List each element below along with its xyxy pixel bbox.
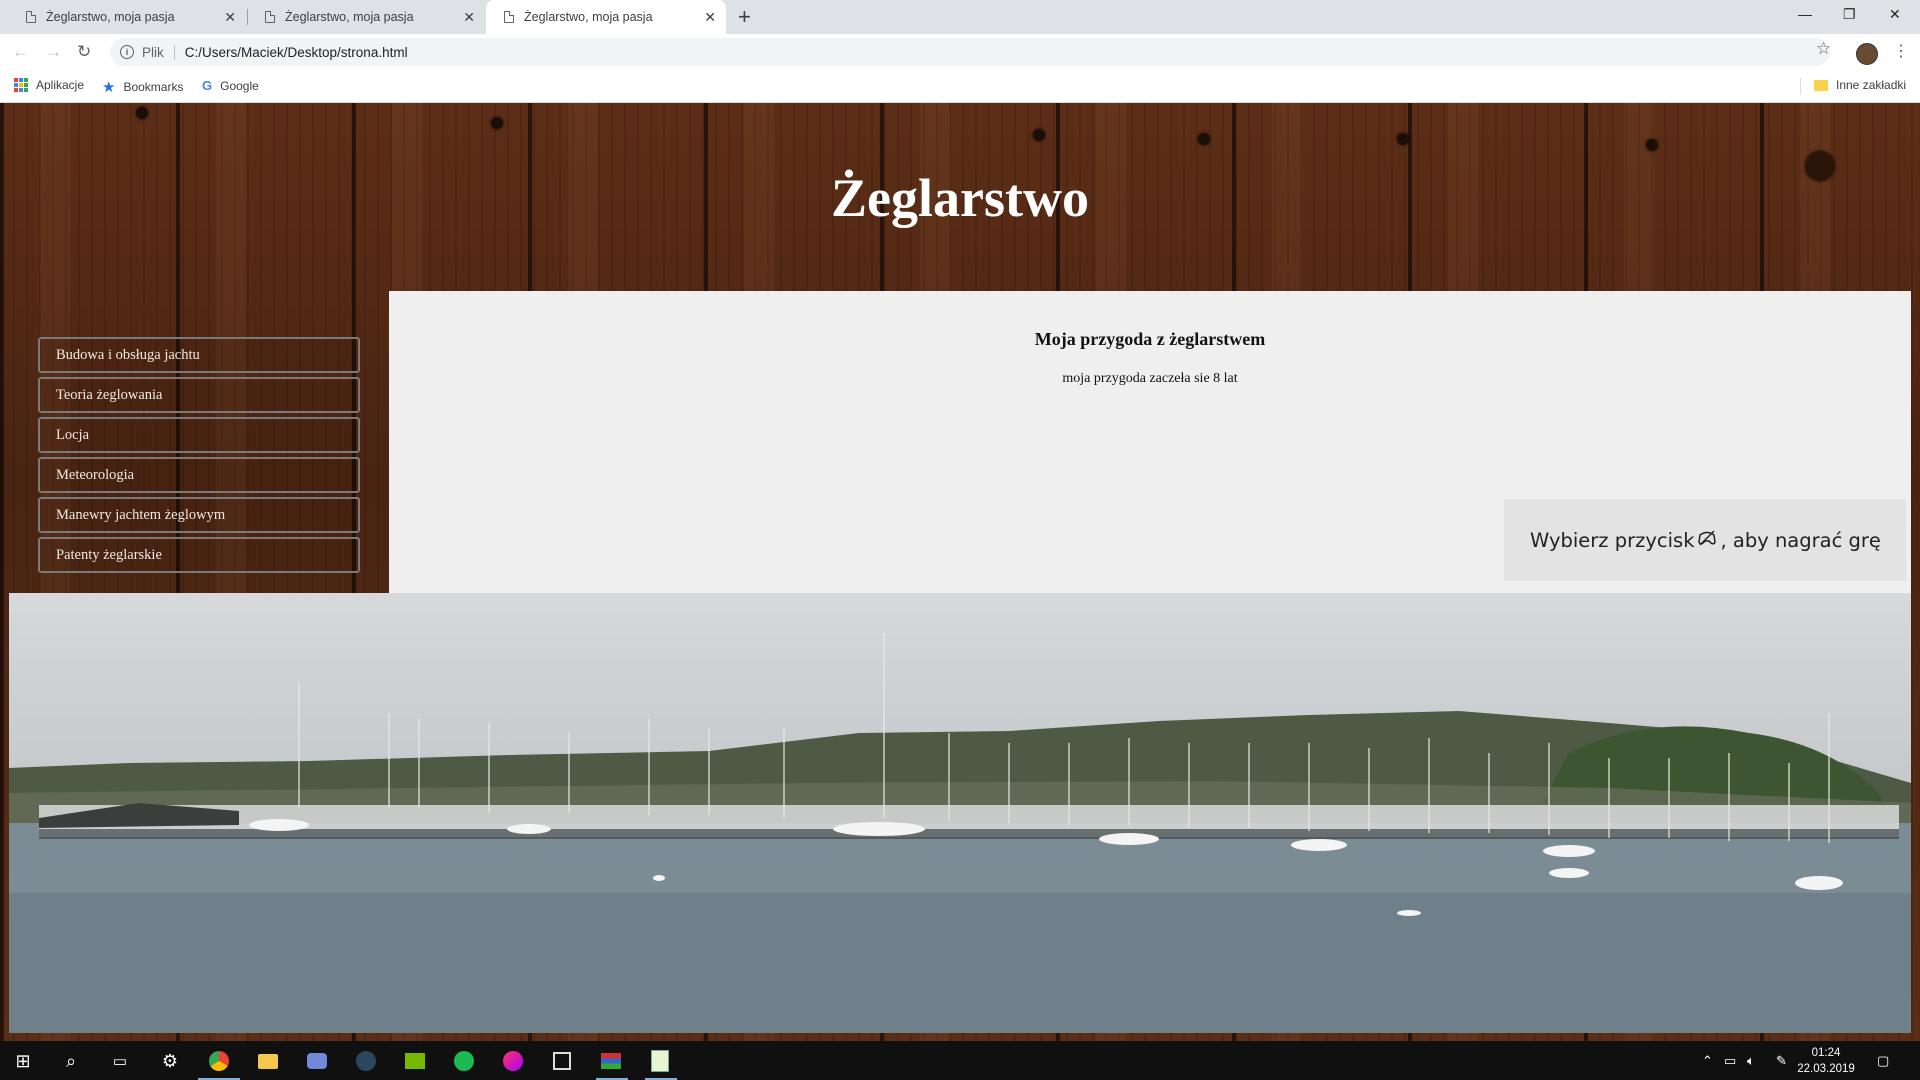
- new-tab-button[interactable]: +: [738, 4, 751, 30]
- browser-tab-strip: Żeglarstwo, moja pasja ✕ Żeglarstwo, moj…: [0, 0, 1920, 34]
- reload-button[interactable]: ↻: [77, 42, 91, 62]
- unity-icon[interactable]: [549, 1048, 575, 1074]
- nail-decoration: [1033, 129, 1045, 141]
- side-navigation: Budowa i obsługa jachtu Teoria żeglowani…: [38, 337, 360, 577]
- nav-item-patenty[interactable]: Patenty żeglarskie: [38, 537, 360, 573]
- document-icon: [504, 11, 514, 23]
- star-icon: ★: [102, 79, 116, 96]
- harbor-marina-photo: [9, 593, 1911, 1033]
- back-button[interactable]: ←: [12, 42, 29, 62]
- clock-date: 22.03.2019: [1797, 1063, 1855, 1075]
- task-view-icon[interactable]: ▭: [107, 1048, 133, 1074]
- spotify-icon[interactable]: [451, 1048, 477, 1074]
- other-bookmarks[interactable]: Inne zakładki: [1814, 78, 1906, 92]
- windows-taskbar: ⊞ ⌕ ▭ ⚙ ⌃ ▭ 🔈︎ ✎ 01:24 22.03.2019 ▢: [0, 1041, 1920, 1080]
- close-tab-icon[interactable]: ✕: [224, 9, 236, 26]
- network-icon[interactable]: ▭: [1724, 1053, 1736, 1069]
- clock-time: 01:24: [1811, 1047, 1841, 1059]
- steam-icon[interactable]: [353, 1048, 379, 1074]
- content-paragraph: moja przygoda zaczeła sie 8 lat: [1062, 371, 1238, 386]
- tooltip-text-before: Wybierz przycisk: [1530, 528, 1695, 552]
- bookmark-label: Google: [220, 78, 259, 93]
- nav-item-locja[interactable]: Locja: [38, 417, 360, 453]
- nav-item-teoria[interactable]: Teoria żeglowania: [38, 377, 360, 413]
- nail-decoration: [1646, 139, 1658, 151]
- tab-1[interactable]: Żeglarstwo, moja pasja ✕: [8, 0, 246, 34]
- nail-decoration: [136, 107, 148, 119]
- web-page: Żeglarstwo Budowa i obsługa jachtu Teori…: [0, 103, 1920, 1041]
- marina-illustration: [9, 633, 1911, 1033]
- notepad-icon[interactable]: [647, 1048, 673, 1074]
- show-hidden-icons-icon[interactable]: ⌃: [1702, 1053, 1713, 1069]
- info-icon[interactable]: i: [120, 45, 134, 59]
- google-icon: G: [202, 78, 213, 93]
- gamepad-record-icon: [1697, 529, 1717, 552]
- itunes-icon[interactable]: [500, 1048, 526, 1074]
- forward-button[interactable]: →: [45, 42, 62, 62]
- nvidia-icon[interactable]: [402, 1048, 428, 1074]
- bookmark-google[interactable]: G Google: [202, 78, 259, 93]
- address-bar[interactable]: i Plik C:/Users/Maciek/Desktop/strona.ht…: [110, 38, 1830, 66]
- volume-icon[interactable]: 🔈︎: [1747, 1053, 1755, 1069]
- bookmark-label: Bookmarks: [123, 80, 184, 94]
- nail-decoration: [1198, 133, 1210, 145]
- tab-title: Żeglarstwo, moja pasja: [285, 10, 414, 24]
- bookmarks-bar: Aplikacje ★ Bookmarks G Google Inne zakł…: [0, 70, 1920, 103]
- start-icon[interactable]: ⊞: [10, 1048, 36, 1074]
- tab-3-active[interactable]: Żeglarstwo, moja pasja ✕: [486, 0, 726, 34]
- scheme-label: Plik: [142, 44, 175, 60]
- close-tab-icon[interactable]: ✕: [704, 9, 716, 26]
- nav-item-meteorologia[interactable]: Meteorologia: [38, 457, 360, 493]
- tooltip-text-after: , aby nagrać grę: [1720, 528, 1881, 552]
- action-center-icon[interactable]: ▢: [1877, 1053, 1889, 1069]
- nav-item-manewry[interactable]: Manewry jachtem żeglowym: [38, 497, 360, 533]
- chrome-icon[interactable]: [206, 1048, 232, 1074]
- tab-2[interactable]: Żeglarstwo, moja pasja ✕: [247, 0, 485, 34]
- folder-icon: [1814, 79, 1828, 91]
- document-icon: [26, 11, 36, 23]
- site-title: Żeglarstwo: [831, 168, 1089, 228]
- winrar-icon[interactable]: [598, 1048, 624, 1074]
- bookmark-label: Aplikacje: [36, 78, 85, 92]
- browser-toolbar: ← → ↻ i Plik C:/Users/Maciek/Desktop/str…: [0, 34, 1920, 70]
- close-tab-icon[interactable]: ✕: [463, 9, 475, 26]
- restore-button[interactable]: ❐: [1843, 6, 1856, 23]
- settings-icon[interactable]: ⚙: [157, 1048, 183, 1074]
- search-icon[interactable]: ⌕: [58, 1048, 84, 1074]
- close-window-button[interactable]: ✕: [1889, 6, 1901, 23]
- nail-decoration: [1397, 133, 1409, 145]
- discord-icon[interactable]: [304, 1048, 330, 1074]
- url-text[interactable]: C:/Users/Maciek/Desktop/strona.html: [185, 45, 408, 60]
- document-icon: [265, 11, 275, 23]
- minimize-button[interactable]: —: [1798, 6, 1812, 22]
- bookmark-bookmarks[interactable]: ★ Bookmarks: [102, 78, 183, 96]
- tab-title: Żeglarstwo, moja pasja: [46, 10, 175, 24]
- file-explorer-icon[interactable]: [255, 1048, 281, 1074]
- bookmarks-separator: [1800, 78, 1801, 94]
- game-bar-tooltip: Wybierz przycisk , aby nagrać grę: [1504, 499, 1906, 581]
- pen-icon[interactable]: ✎: [1776, 1053, 1787, 1069]
- apps-grid-icon: [14, 78, 28, 92]
- nav-item-budowa[interactable]: Budowa i obsługa jachtu: [38, 337, 360, 373]
- bookmark-apps[interactable]: Aplikacje: [14, 78, 84, 92]
- system-clock[interactable]: 01:24 22.03.2019: [1790, 1045, 1862, 1077]
- tab-title: Żeglarstwo, moja pasja: [524, 10, 653, 24]
- nail-decoration: [491, 117, 503, 129]
- browser-menu-icon[interactable]: ⋮: [1893, 41, 1909, 61]
- content-heading: Moja przygoda z żeglarstwem: [1034, 329, 1266, 349]
- bookmark-label: Inne zakładki: [1836, 78, 1907, 92]
- profile-avatar[interactable]: [1856, 43, 1878, 65]
- bookmark-star-icon[interactable]: ☆: [1816, 39, 1831, 59]
